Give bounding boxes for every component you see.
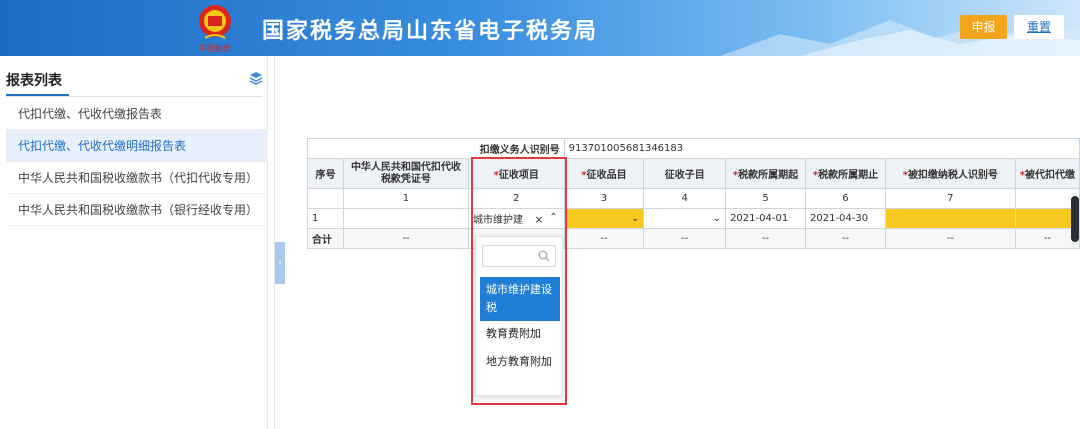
total-label: 合计 [307, 228, 344, 249]
col-index-7: 7 [884, 188, 1016, 209]
total-cell: -- [563, 228, 645, 249]
sidebar-title: 报表列表 [6, 73, 62, 89]
col-index-5: 5 [725, 188, 806, 209]
layers-icon[interactable] [249, 71, 263, 85]
sidebar-item-withholding-report[interactable]: 代扣代缴、代收代缴报告表 [6, 98, 268, 130]
report-list-sidebar: 报表列表 代扣代缴、代收代缴报告表 代扣代缴、代收代缴明细报告表 中华人民共和国… [0, 56, 268, 429]
tax-subcategory-select[interactable]: ⌄ [643, 208, 727, 229]
chevron-down-icon: ⌄ [712, 213, 722, 224]
reset-button[interactable]: 重置 [1014, 15, 1064, 39]
col-index-3: 3 [563, 188, 645, 209]
sidebar-item-withholding-detail-report[interactable]: 代扣代缴、代收代缴明细报告表 [6, 130, 268, 162]
withholder-id-value: 913701005681346183 [563, 138, 1080, 159]
total-cell: -- [725, 228, 806, 249]
period-start-input[interactable]: 2021-04-01 [725, 208, 806, 229]
row-seq: 1 [307, 208, 344, 229]
col-header-voucher-no: 中华人民共和国代扣代收税款凭证号 [342, 158, 469, 189]
chevron-down-icon: ⌄ [630, 213, 640, 224]
voucher-no-input[interactable] [342, 208, 469, 229]
period-end-input[interactable]: 2021-04-30 [805, 208, 886, 229]
horizontal-scroll-handle[interactable] [1071, 196, 1079, 242]
sidebar-title-underline [6, 94, 69, 96]
total-row: 合计 -- -- -- -- -- -- -- -- [307, 228, 1080, 249]
col-header-period-start: *税款所属期起 [725, 158, 806, 189]
col-header-seq: 序号 [307, 158, 344, 189]
col-header-period-end: *税款所属期止 [805, 158, 886, 189]
table-row: 1 城市维护建 × ⌃ ⌄ ⌄ 2021-04-01 2021-04-30 [307, 208, 1080, 229]
col-header-tax-subcategory: 征收子目 [643, 158, 727, 189]
col-header-withheld: *被代扣代缴 [1014, 158, 1080, 189]
total-cell: -- [805, 228, 886, 249]
sidebar-header: 报表列表 [6, 66, 268, 98]
sidebar-item-payment-book-withholding[interactable]: 中华人民共和国税收缴款书（代扣代收专用） [6, 162, 268, 194]
declare-button[interactable]: 申报 [960, 15, 1007, 39]
col-index-6: 6 [805, 188, 886, 209]
col-index-seq [307, 188, 344, 209]
sidebar-divider [6, 96, 262, 97]
svg-text:中国税务: 中国税务 [199, 43, 231, 53]
sidebar-item-payment-book-bank[interactable]: 中华人民共和国税收缴款书（银行经收专用） [6, 194, 268, 226]
collapse-sidebar-button[interactable]: ‹ [275, 242, 285, 284]
annotation-highlight-box [471, 157, 567, 405]
withholding-detail-table: 扣缴义务人识别号 913701005681346183 序号 中华人民共和国代扣… [307, 138, 1080, 249]
col-header-taxpayer-id: *被扣缴纳税人识别号 [884, 158, 1016, 189]
withholder-id-label: 扣缴义务人识别号 [307, 138, 565, 159]
total-cell: -- [342, 228, 469, 249]
col-index-1: 1 [342, 188, 469, 209]
taxpayer-id-input[interactable] [884, 208, 1016, 229]
app-header: 中国税务 国家税务总局山东省电子税务局 申报 重置 [0, 0, 1080, 56]
tax-category-select[interactable]: ⌄ [563, 208, 645, 229]
total-cell: -- [643, 228, 727, 249]
col-header-tax-category: *征收品目 [563, 158, 645, 189]
tax-emblem-icon: 中国税务 [196, 2, 234, 54]
withheld-input[interactable] [1014, 208, 1080, 229]
total-cell: -- [1014, 228, 1080, 249]
col-index-4: 4 [643, 188, 727, 209]
total-cell: -- [884, 228, 1016, 249]
app-title: 国家税务总局山东省电子税务局 [262, 19, 599, 44]
col-index-8 [1014, 188, 1080, 209]
